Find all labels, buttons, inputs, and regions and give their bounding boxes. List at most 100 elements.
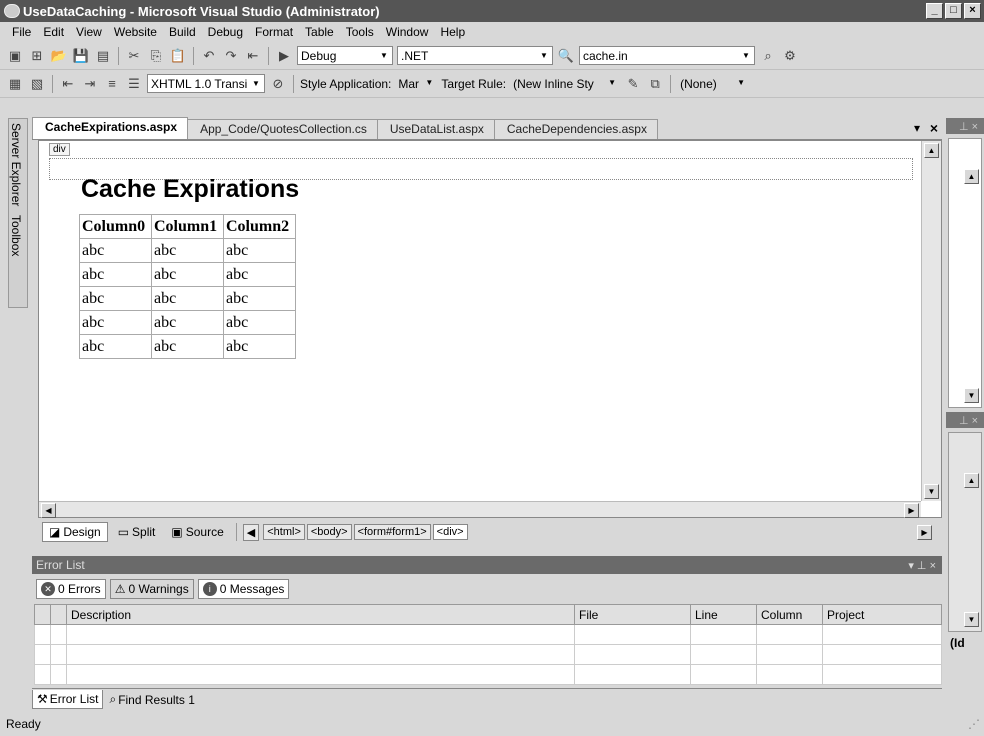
scroll-down-icon[interactable]: ▼: [924, 484, 939, 499]
find-in-files-icon[interactable]: 🔍: [557, 48, 575, 64]
outdent-icon[interactable]: ⇤: [59, 76, 77, 92]
menu-window[interactable]: Window: [380, 25, 435, 39]
redo-icon[interactable]: ↷: [222, 48, 240, 64]
design-view-button[interactable]: ◪ Design: [42, 522, 108, 542]
menu-help[interactable]: Help: [434, 25, 471, 39]
find-combo[interactable]: cache.in ▼: [579, 46, 755, 65]
properties-icon[interactable]: ⚙: [781, 48, 799, 64]
uncomment-icon[interactable]: ▧: [28, 76, 46, 92]
close-document-icon[interactable]: ×: [930, 120, 938, 136]
col-description[interactable]: Description: [66, 604, 575, 625]
col-line[interactable]: Line: [690, 604, 757, 625]
document-tab[interactable]: App_Code/QuotesCollection.cs: [187, 119, 378, 139]
grid-cell: abc: [151, 262, 224, 287]
save-icon[interactable]: 💾: [72, 48, 90, 64]
apply-style-icon[interactable]: ✎: [624, 76, 642, 92]
data-grid[interactable]: Column0 Column1 Column2 abc abc abc abc abc abc…: [79, 214, 296, 359]
new-style-icon[interactable]: ⧉: [646, 76, 664, 92]
copy-icon[interactable]: ⎘: [147, 48, 165, 64]
menu-tools[interactable]: Tools: [340, 25, 380, 39]
document-tab[interactable]: CacheDependencies.aspx: [493, 119, 658, 139]
menu-view[interactable]: View: [70, 25, 108, 39]
grid-cell: abc: [79, 262, 152, 287]
target-rule-select[interactable]: (New Inline Sty ▼: [510, 74, 620, 93]
source-view-button[interactable]: ▣ Source: [165, 523, 229, 541]
document-tab[interactable]: UseDataList.aspx: [376, 119, 495, 139]
indent-icon[interactable]: ⇥: [81, 76, 99, 92]
align-icon[interactable]: ≡: [103, 76, 121, 92]
chevron-down-icon: ▼: [737, 78, 746, 87]
tab-error-list[interactable]: ⚒ Error List: [32, 690, 104, 709]
grid-cell: abc: [151, 310, 224, 335]
minimize-button[interactable]: _: [926, 3, 943, 19]
scroll-left-icon[interactable]: ◀: [41, 503, 56, 518]
messages-filter-button[interactable]: i 0 Messages: [197, 579, 290, 599]
panel-controls-icon[interactable]: ▾ ⊥ ×: [908, 559, 936, 572]
check-accessibility-icon[interactable]: ⊘: [269, 76, 287, 92]
add-item-icon[interactable]: ⊞: [28, 48, 46, 64]
scroll-up-icon[interactable]: ▲: [964, 169, 979, 184]
menu-build[interactable]: Build: [163, 25, 202, 39]
properties-panel[interactable]: ▲ ▼: [948, 432, 982, 632]
list-icon[interactable]: ☰: [125, 76, 143, 92]
class-select[interactable]: (None) ▼: [677, 74, 749, 93]
server-explorer-tab[interactable]: Server Explorer: [9, 119, 23, 211]
col-file[interactable]: File: [574, 604, 691, 625]
menu-format[interactable]: Format: [249, 25, 299, 39]
vertical-scrollbar[interactable]: ▲ ▼: [921, 141, 941, 501]
tag-crumb[interactable]: <body>: [306, 524, 352, 540]
solution-explorer-panel[interactable]: ▲ ▼: [948, 138, 982, 408]
tab-list-icon[interactable]: ▾: [914, 121, 920, 135]
menu-table[interactable]: Table: [299, 25, 340, 39]
menu-edit[interactable]: Edit: [37, 25, 70, 39]
tag-crumb[interactable]: <html>: [263, 524, 305, 540]
design-surface[interactable]: div Cache Expirations Column0 Column1 Colu…: [38, 140, 942, 518]
chevron-down-icon: ▼: [425, 78, 434, 87]
status-text: Ready: [6, 717, 41, 731]
menu-website[interactable]: Website: [108, 25, 163, 39]
horizontal-scrollbar[interactable]: ◀ ▶: [39, 501, 921, 518]
scroll-up-icon[interactable]: ▲: [964, 473, 979, 488]
undo-icon[interactable]: ↶: [200, 48, 218, 64]
crumb-back-icon[interactable]: ◀: [242, 523, 260, 541]
grid-header-cell: Column0: [79, 214, 152, 239]
scroll-right-icon[interactable]: ▶: [904, 503, 919, 518]
maximize-button[interactable]: □: [945, 3, 962, 19]
style-application-select[interactable]: Mar ▼: [395, 74, 437, 93]
scroll-down-icon[interactable]: ▼: [964, 612, 979, 627]
grid-cell: abc: [79, 286, 152, 311]
page-heading[interactable]: Cache Expirations: [81, 175, 299, 204]
document-tab[interactable]: CacheExpirations.aspx: [32, 117, 189, 139]
toolbox-tab[interactable]: Toolbox: [9, 211, 23, 281]
solution-config-select[interactable]: Debug ▼: [297, 46, 393, 65]
save-all-icon[interactable]: ▤: [94, 48, 112, 64]
menu-file[interactable]: File: [6, 25, 37, 39]
menu-debug[interactable]: Debug: [202, 25, 249, 39]
find-icon[interactable]: ⌕: [759, 48, 777, 64]
tag-crumb[interactable]: <div>: [432, 524, 468, 540]
platform-select[interactable]: .NET ▼: [397, 46, 553, 65]
doctype-select[interactable]: XHTML 1.0 Transi ▼: [147, 74, 265, 93]
scroll-up-icon[interactable]: ▲: [924, 143, 939, 158]
crumb-forward-icon[interactable]: ▶: [917, 524, 932, 540]
navigate-icon[interactable]: ⇤: [244, 48, 262, 64]
close-button[interactable]: ×: [964, 3, 981, 19]
cut-icon[interactable]: ✂: [125, 48, 143, 64]
start-debug-icon[interactable]: ▶: [275, 48, 293, 64]
tab-error-list-label: Error List: [49, 692, 99, 706]
col-project[interactable]: Project: [822, 604, 942, 625]
tab-find-results[interactable]: ⌕ Find Results 1: [105, 690, 198, 709]
warnings-filter-button[interactable]: ⚠ 0 Warnings: [109, 579, 194, 599]
open-file-icon[interactable]: 📂: [50, 48, 68, 64]
platform-value: .NET: [401, 48, 429, 63]
new-project-icon[interactable]: ▣: [6, 48, 24, 64]
resize-grip-icon[interactable]: ⋰: [968, 717, 980, 731]
comment-icon[interactable]: ▦: [6, 76, 24, 92]
col-column[interactable]: Column: [756, 604, 823, 625]
split-view-button[interactable]: ▭ Split: [112, 523, 162, 541]
paste-icon[interactable]: 📋: [169, 48, 187, 64]
tag-crumb[interactable]: <form#form1>: [353, 524, 431, 540]
errors-filter-button[interactable]: ✕ 0 Errors: [36, 579, 106, 599]
scroll-down-icon[interactable]: ▼: [964, 388, 979, 403]
split-view-label: Split: [132, 525, 156, 539]
